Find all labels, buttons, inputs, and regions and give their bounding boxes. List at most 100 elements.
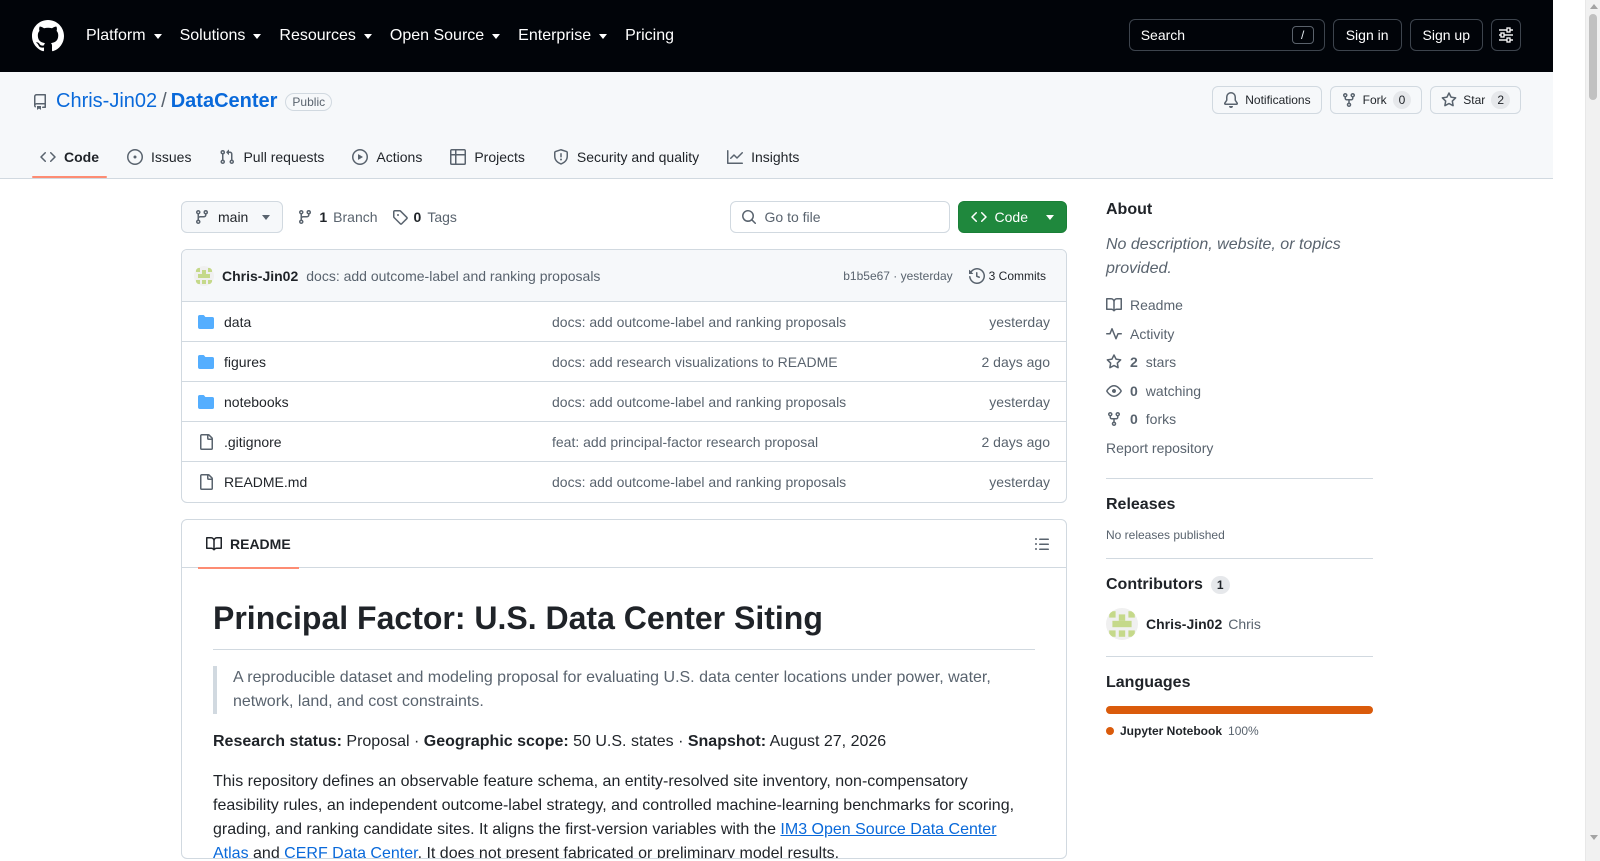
file-name-link[interactable]: .gitignore <box>224 434 552 450</box>
file-commit-date: 2 days ago <box>981 433 1051 450</box>
bell-icon <box>1224 92 1239 108</box>
language-bar <box>1106 706 1373 714</box>
commits-history-link[interactable]: 3 Commits <box>968 267 1046 284</box>
nav-platform[interactable]: Platform <box>86 27 162 45</box>
forks-link[interactable]: 0 forks <box>1106 405 1373 434</box>
activity-link[interactable]: Activity <box>1106 320 1373 349</box>
commits-count-label: 3 Commits <box>988 268 1046 283</box>
file-commit-date: yesterday <box>989 474 1050 490</box>
nav-enterprise[interactable]: Enterprise <box>518 27 608 45</box>
avatar[interactable] <box>1106 608 1138 640</box>
branch-selector-button[interactable]: main <box>181 201 284 233</box>
pulse-icon <box>1106 327 1122 340</box>
list-unordered-icon[interactable] <box>1034 536 1050 552</box>
scroll-down-icon[interactable] <box>1590 835 1598 840</box>
readme-tab[interactable]: README <box>198 520 299 569</box>
global-header: Platform Solutions Resources Open Source… <box>0 0 1553 72</box>
sign-up-button[interactable]: Sign up <box>1409 19 1483 51</box>
notifications-button[interactable]: Notifications <box>1212 86 1322 114</box>
tab-label: Projects <box>474 149 525 165</box>
github-logo-icon[interactable] <box>32 20 64 52</box>
readme-link[interactable]: Readme <box>1106 291 1373 320</box>
divider <box>1106 656 1373 657</box>
scroll-up-icon[interactable] <box>1590 4 1598 9</box>
tag-count: 0 <box>413 209 422 225</box>
tab-pull-requests[interactable]: Pull requests <box>211 136 332 178</box>
report-repository-link[interactable]: Report repository <box>1106 434 1373 463</box>
contributor-login[interactable]: Chris-Jin02 <box>1146 616 1222 632</box>
file-commit-message[interactable]: docs: add outcome-label and ranking prop… <box>552 394 989 410</box>
readme-blockquote: A reproducible dataset and modeling prop… <box>213 666 1035 714</box>
page-scrollbar[interactable] <box>1585 0 1600 861</box>
table-row[interactable]: figures docs: add research visualization… <box>182 342 1066 382</box>
global-nav: Platform Solutions Resources Open Source… <box>86 27 692 45</box>
code-download-button[interactable]: Code <box>957 201 1067 233</box>
nav-resources[interactable]: Resources <box>279 27 372 45</box>
snapshot-value: August 27, 2026 <box>766 733 887 750</box>
chevron-down-icon <box>153 33 162 39</box>
search-label: Search <box>1140 27 1186 43</box>
file-name-link[interactable]: data <box>224 314 552 330</box>
snapshot-label: Snapshot: <box>687 733 767 750</box>
commit-sha-time[interactable]: b1b5e67 · yesterday <box>843 269 952 283</box>
nav-solutions[interactable]: Solutions <box>180 27 262 45</box>
forks-count: 0 <box>1130 411 1138 428</box>
fork-button[interactable]: Fork 0 <box>1329 86 1423 114</box>
cerf-link[interactable]: CERF Data Center <box>284 845 417 858</box>
file-name-link[interactable]: README.md <box>224 474 552 490</box>
file-name-link[interactable]: notebooks <box>224 394 552 410</box>
commit-author-link[interactable]: Chris-Jin02 <box>222 268 298 284</box>
branches-link[interactable]: 1 Branch <box>297 209 378 225</box>
commit-message-link[interactable]: docs: add outcome-label and ranking prop… <box>306 268 600 284</box>
go-to-file-input[interactable]: Go to file <box>729 201 950 233</box>
header-actions: Search / Sign in Sign up <box>1128 19 1521 51</box>
repo-owner-link[interactable]: Chris-Jin02 <box>56 90 157 113</box>
file-commit-message[interactable]: docs: add outcome-label and ranking prop… <box>552 474 989 490</box>
tab-insights[interactable]: Insights <box>719 136 807 178</box>
tab-security[interactable]: Security and quality <box>545 136 707 178</box>
tab-issues[interactable]: Issues <box>119 136 199 178</box>
file-commit-message[interactable]: docs: add outcome-label and ranking prop… <box>552 314 989 330</box>
tab-code[interactable]: Code <box>32 136 107 178</box>
avatar[interactable] <box>194 265 214 286</box>
scrollbar-thumb[interactable] <box>1589 14 1597 100</box>
file-name-link[interactable]: figures <box>224 354 552 370</box>
file-commit-message[interactable]: docs: add research visualizations to REA… <box>552 354 982 370</box>
nav-pricing[interactable]: Pricing <box>625 27 674 45</box>
table-row[interactable]: notebooks docs: add outcome-label and ra… <box>182 382 1066 422</box>
star-button[interactable]: Star 2 <box>1430 86 1521 114</box>
tab-actions[interactable]: Actions <box>344 136 430 178</box>
chevron-down-icon <box>253 33 262 39</box>
tab-projects[interactable]: Projects <box>442 136 533 178</box>
table-row[interactable]: README.md docs: add outcome-label and ra… <box>182 462 1066 502</box>
contributor-item[interactable]: Chris-Jin02 Chris <box>1106 608 1373 640</box>
branch-name: main <box>218 209 249 225</box>
file-icon <box>198 433 216 450</box>
tab-label: Code <box>64 149 99 165</box>
table-icon <box>450 149 467 165</box>
releases-heading[interactable]: Releases <box>1106 496 1373 514</box>
branch-label: Branch <box>333 209 378 225</box>
tab-label: Pull requests <box>243 149 325 165</box>
code-button-label: Code <box>994 209 1028 225</box>
sliders-menu-icon[interactable] <box>1491 19 1521 51</box>
table-row[interactable]: .gitignore feat: add principal-factor re… <box>182 422 1066 462</box>
latest-commit: Chris-Jin02 docs: add outcome-label and … <box>182 250 1066 302</box>
watchers-link[interactable]: 0 watching <box>1106 377 1373 406</box>
nav-label: Solutions <box>179 27 246 44</box>
chevron-down-icon <box>262 214 271 220</box>
nav-open-source[interactable]: Open Source <box>390 27 501 45</box>
go-to-file-placeholder: Go to file <box>764 209 821 225</box>
table-row[interactable]: data docs: add outcome-label and ranking… <box>182 302 1066 342</box>
stars-count: 2 <box>1130 354 1138 371</box>
stars-link[interactable]: 2 stars <box>1106 348 1373 377</box>
tags-link[interactable]: 0 Tags <box>392 209 457 225</box>
language-item[interactable]: Jupyter Notebook 100% <box>1106 724 1373 738</box>
contributors-heading[interactable]: Contributors 1 <box>1106 576 1373 594</box>
repo-name-link[interactable]: DataCenter <box>171 90 278 113</box>
sign-in-button[interactable]: Sign in <box>1332 19 1402 51</box>
star-count: 2 <box>1491 91 1510 109</box>
file-commit-message[interactable]: feat: add principal-factor research prop… <box>552 434 982 450</box>
pull-request-icon <box>220 149 235 165</box>
global-search-input[interactable]: Search / <box>1128 19 1325 51</box>
